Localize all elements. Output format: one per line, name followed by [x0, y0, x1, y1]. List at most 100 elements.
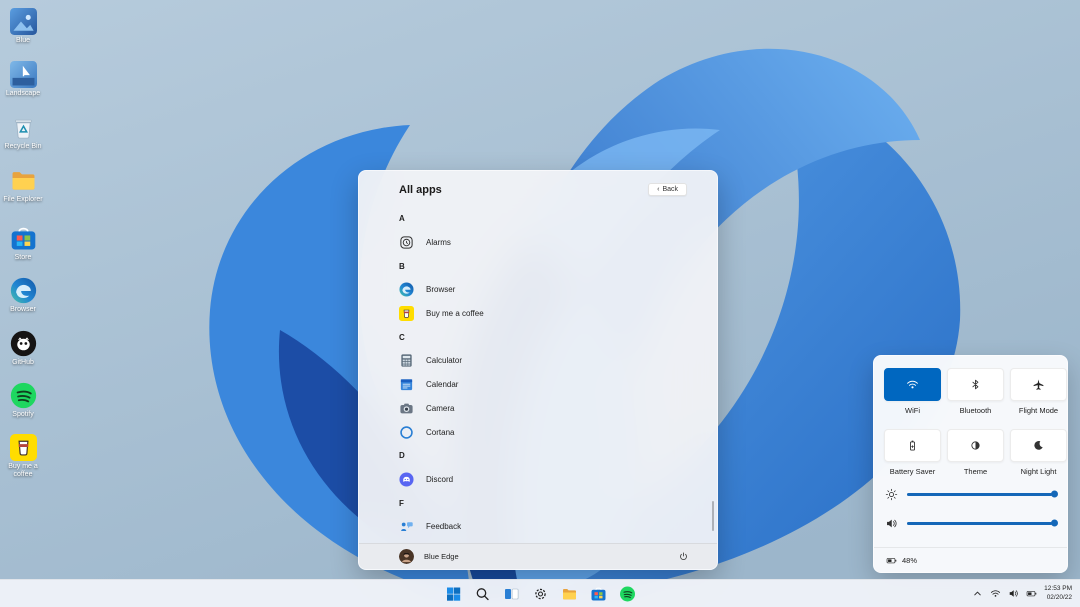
- task-view-button[interactable]: [501, 583, 522, 604]
- folder-icon: [561, 586, 577, 602]
- start-button[interactable]: [443, 583, 464, 604]
- toggle-label: Bluetooth: [947, 406, 1004, 415]
- app-label: Discord: [426, 475, 453, 484]
- desktop-icon-label: Store: [0, 254, 46, 262]
- app-label: Buy me a coffee: [426, 309, 484, 318]
- start-menu-all-apps: All apps ‹ Back A Alarms B Browser Buy m…: [358, 170, 718, 570]
- wifi-toggle-button[interactable]: [884, 368, 941, 401]
- scrollbar-thumb[interactable]: [712, 501, 714, 531]
- app-item-calculator[interactable]: Calculator: [399, 349, 697, 373]
- folder-icon: [10, 167, 37, 194]
- desktop-icon-label: File Explorer: [0, 196, 46, 204]
- battery-saver-icon: [906, 439, 919, 452]
- camera-icon: [399, 401, 414, 416]
- volume-slider[interactable]: [907, 522, 1055, 525]
- chevron-up-icon[interactable]: [972, 588, 983, 599]
- night-light-toggle-button[interactable]: [1010, 429, 1067, 462]
- picture-icon: [10, 8, 37, 35]
- desktop-icon-blue[interactable]: Blue: [0, 8, 46, 45]
- wifi-icon[interactable]: [990, 588, 1001, 599]
- spotify-button[interactable]: [617, 583, 638, 604]
- clock-date: 02/20/22: [1044, 594, 1072, 603]
- app-item-feedback[interactable]: Feedback: [399, 515, 697, 539]
- section-letter: D: [399, 451, 405, 460]
- recycle-bin-icon: [10, 114, 37, 141]
- file-explorer-button[interactable]: [559, 583, 580, 604]
- gear-icon: [532, 586, 548, 602]
- moon-icon: [1032, 439, 1045, 452]
- user-avatar[interactable]: [399, 549, 414, 564]
- app-item-calendar[interactable]: Calendar: [399, 373, 697, 397]
- brightness-slider[interactable]: [907, 493, 1055, 496]
- spotify-icon: [10, 382, 37, 409]
- desktop-icon-github[interactable]: GitHub: [0, 330, 46, 367]
- desktop-icon-file-explorer[interactable]: File Explorer: [0, 167, 46, 204]
- desktop-icon-buy-me-a-coffee[interactable]: Buy me a coffee: [0, 434, 46, 480]
- quick-settings-panel: WiFi Bluetooth Flight Mode Battery Saver: [873, 355, 1068, 573]
- section-row: C: [399, 325, 697, 349]
- toggle-label: WiFi: [884, 406, 941, 415]
- theme-toggle-button[interactable]: [947, 429, 1004, 462]
- toggle-label: Night Light: [1010, 467, 1067, 476]
- taskbar-clock[interactable]: 12:53 PM 02/20/22: [1044, 585, 1072, 603]
- settings-button[interactable]: [530, 583, 551, 604]
- search-button[interactable]: [472, 583, 493, 604]
- system-tray: 12:53 PM 02/20/22: [972, 580, 1072, 607]
- app-label: Cortana: [426, 428, 454, 437]
- toggle-battery-saver: Battery Saver: [884, 429, 941, 476]
- store-icon: [590, 586, 606, 602]
- toggle-theme: Theme: [947, 429, 1004, 476]
- app-item-camera[interactable]: Camera: [399, 397, 697, 421]
- calculator-icon: [399, 353, 414, 368]
- desktop-icon-label: Buy me a coffee: [0, 463, 46, 480]
- app-item-buy-me-a-coffee[interactable]: Buy me a coffee: [399, 302, 697, 326]
- feedback-icon: [399, 519, 414, 534]
- app-item-alarms[interactable]: Alarms: [399, 231, 697, 255]
- back-button[interactable]: ‹ Back: [648, 183, 687, 196]
- all-apps-list: A Alarms B Browser Buy me a coffee C Cal…: [399, 207, 697, 539]
- bluetooth-toggle-button[interactable]: [947, 368, 1004, 401]
- desktop-icon-label: Browser: [0, 306, 46, 314]
- app-item-cortana[interactable]: Cortana: [399, 420, 697, 444]
- desktop-icon-label: Recycle Bin: [0, 143, 46, 151]
- windows-logo-icon: [445, 586, 461, 602]
- app-item-discord[interactable]: Discord: [399, 468, 697, 492]
- desktop-icon-recycle-bin[interactable]: Recycle Bin: [0, 114, 46, 151]
- flight-mode-toggle-button[interactable]: [1010, 368, 1067, 401]
- coffee-icon: [399, 306, 414, 321]
- battery-icon[interactable]: [1026, 588, 1037, 599]
- volume-icon[interactable]: [1008, 588, 1019, 599]
- task-view-icon: [503, 586, 519, 602]
- section-row: F: [399, 491, 697, 515]
- picture-icon: [10, 61, 37, 88]
- github-icon: [10, 330, 37, 357]
- desktop-icon-store[interactable]: Store: [0, 225, 46, 262]
- desktop-icon-landscape[interactable]: Landscape: [0, 61, 46, 98]
- calendar-icon: [399, 377, 414, 392]
- app-label: Camera: [426, 404, 454, 413]
- edge-icon: [10, 277, 37, 304]
- toggle-wifi: WiFi: [884, 368, 941, 415]
- desktop-icon-spotify[interactable]: Spotify: [0, 382, 46, 419]
- desktop-icon-label: GitHub: [0, 359, 46, 367]
- section-row: D: [399, 444, 697, 468]
- quick-settings-grid: WiFi Bluetooth Flight Mode Battery Saver: [884, 368, 1067, 476]
- app-label: Alarms: [426, 238, 451, 247]
- app-item-browser[interactable]: Browser: [399, 278, 697, 302]
- power-icon[interactable]: [678, 551, 689, 562]
- battery-saver-toggle-button[interactable]: [884, 429, 941, 462]
- back-button-label: Back: [662, 186, 678, 193]
- brightness-slider-handle[interactable]: [1051, 491, 1058, 498]
- brightness-icon: [885, 488, 898, 501]
- volume-slider-handle[interactable]: [1051, 520, 1058, 527]
- desktop-icon-browser[interactable]: Browser: [0, 277, 46, 314]
- section-row: A: [399, 207, 697, 231]
- toggle-label: Battery Saver: [884, 467, 941, 476]
- app-label: Calendar: [426, 380, 458, 389]
- discord-icon: [399, 472, 414, 487]
- store-button[interactable]: [588, 583, 609, 604]
- store-icon: [10, 225, 37, 252]
- start-menu-header: All apps ‹ Back: [399, 183, 687, 196]
- theme-icon: [969, 439, 982, 452]
- taskbar: 12:53 PM 02/20/22: [0, 579, 1080, 607]
